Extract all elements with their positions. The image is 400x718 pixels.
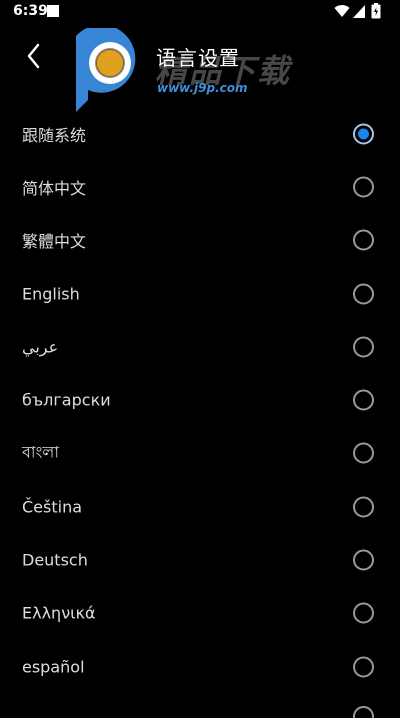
status-time: 6:39 <box>13 3 48 19</box>
watermark-logo <box>76 28 136 112</box>
radio-button[interactable] <box>353 336 374 358</box>
radio-button[interactable] <box>353 229 374 251</box>
back-arrow-icon <box>27 43 40 69</box>
language-option-spanish[interactable]: español <box>0 640 400 693</box>
wifi-icon <box>334 5 350 17</box>
language-label: বাংলা <box>22 442 59 462</box>
radio-button[interactable] <box>353 442 374 464</box>
language-option-czech[interactable]: Čeština <box>0 480 400 533</box>
signal-icon <box>353 5 365 18</box>
back-button[interactable] <box>18 36 52 76</box>
language-option-follow-system[interactable]: 跟随系统 <box>0 107 400 160</box>
radio-button[interactable] <box>353 549 374 571</box>
radio-button[interactable] <box>353 176 374 198</box>
language-option-english[interactable]: English <box>0 267 400 320</box>
radio-button[interactable] <box>353 283 374 305</box>
language-option-bengali[interactable]: বাংলা <box>0 427 400 480</box>
radio-button[interactable] <box>353 496 374 518</box>
language-label: 简体中文 <box>22 178 87 198</box>
language-option-german[interactable]: Deutsch <box>0 533 400 586</box>
radio-button-partial[interactable] <box>353 706 374 718</box>
language-option-simplified-chinese[interactable]: 简体中文 <box>0 160 400 213</box>
page-title: 语言设置 <box>156 46 240 70</box>
language-label: عربي <box>22 337 59 357</box>
radio-button[interactable] <box>353 656 374 678</box>
status-bar: 6:39 <box>0 0 400 24</box>
language-label: español <box>22 657 85 677</box>
app-bar: 精品下载 语言设置 www.j9p.com <box>0 24 400 112</box>
notification-square-icon <box>47 5 59 17</box>
battery-charging-icon <box>371 3 381 19</box>
language-option-arabic[interactable]: عربي <box>0 320 400 373</box>
radio-selected-dot <box>358 128 369 140</box>
language-option-bulgarian[interactable]: български <box>0 373 400 426</box>
watermark-url: www.j9p.com <box>157 81 248 95</box>
language-label: Ελληνικά <box>22 603 96 623</box>
language-option-greek[interactable]: Ελληνικά <box>0 587 400 640</box>
language-list: 跟随系统 简体中文 繁體中文 English عربي български বা… <box>0 107 400 693</box>
radio-button[interactable] <box>353 602 374 624</box>
language-label: English <box>22 284 80 304</box>
status-icons <box>334 3 386 19</box>
radio-button[interactable] <box>353 123 374 145</box>
language-label: 繁體中文 <box>22 232 87 252</box>
language-label: 跟随系统 <box>22 125 87 145</box>
language-label: български <box>22 390 111 410</box>
language-label: Čeština <box>22 497 83 517</box>
language-label: Deutsch <box>22 550 88 570</box>
radio-button[interactable] <box>353 389 374 411</box>
language-option-traditional-chinese[interactable]: 繁體中文 <box>0 214 400 267</box>
